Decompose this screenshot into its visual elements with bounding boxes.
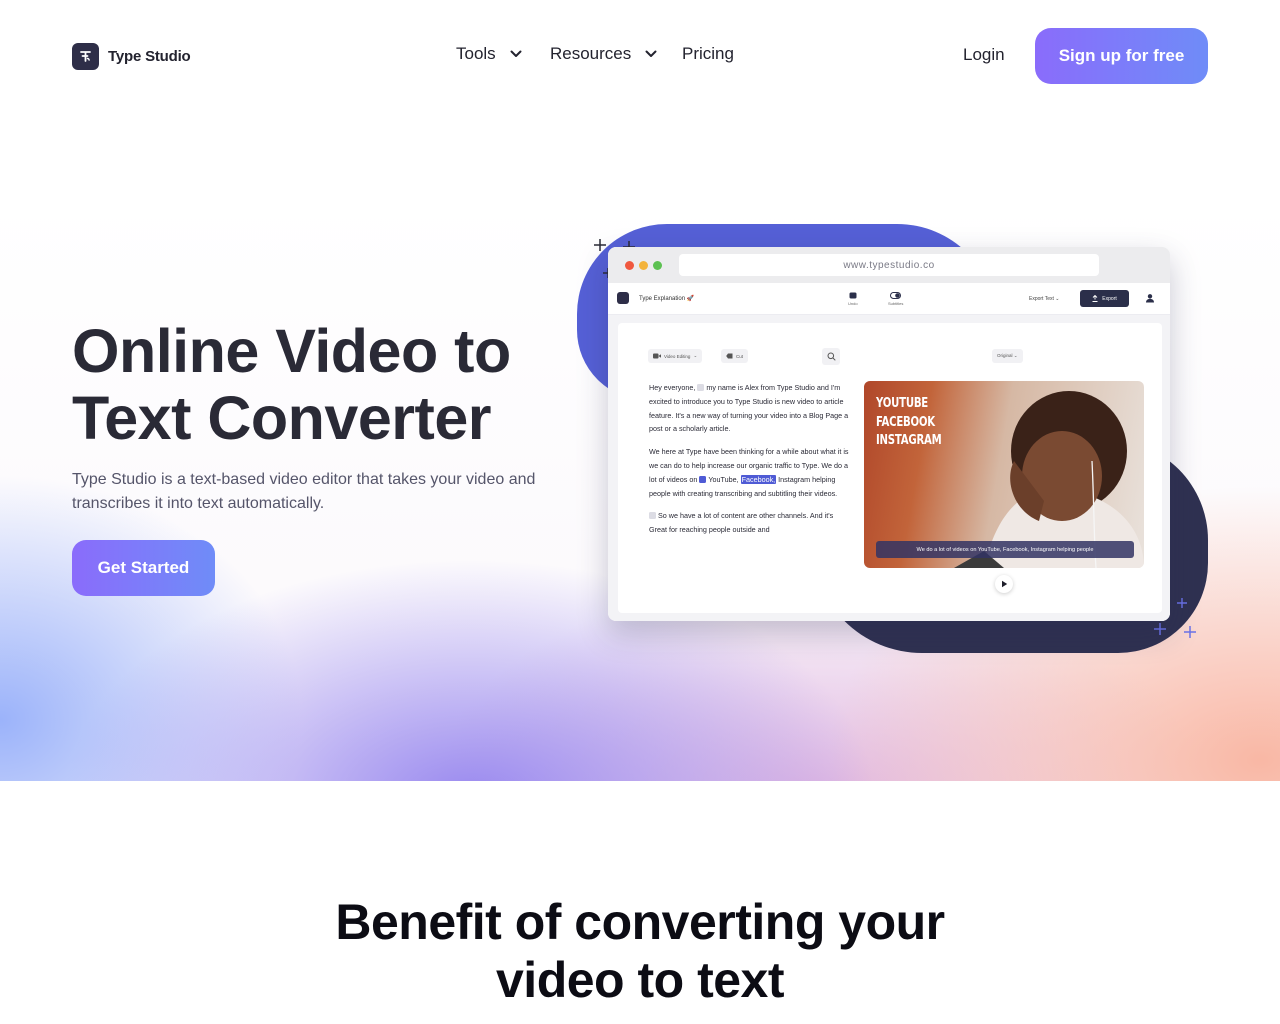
chevron-down-icon xyxy=(645,50,657,57)
video-editing-chip: Video Editing ⌄ xyxy=(648,349,703,363)
login-link[interactable]: Login xyxy=(963,45,1005,65)
search-button xyxy=(822,348,840,365)
transcript-paragraph: We here at Type have been thinking for a… xyxy=(649,445,849,500)
export-icon xyxy=(1092,295,1098,302)
video-tag: INSTAGRAM xyxy=(876,433,942,448)
highlighted-word: Facebook, xyxy=(740,474,777,484)
transcript-text: Hey everyone, my name is Alex from Type … xyxy=(649,381,849,546)
sparkle-icon xyxy=(594,239,606,251)
hero-title-line-2: Text Converter xyxy=(72,384,492,452)
video-preview: YOUTUBE FACEBOOK INSTAGRAM We do a lot o… xyxy=(864,381,1144,568)
video-camera-icon xyxy=(653,353,661,359)
transcript-paragraph: Hey everyone, my name is Alex from Type … xyxy=(649,381,849,436)
undo-label: Undo xyxy=(848,301,858,306)
speaker-marker-icon xyxy=(699,475,707,483)
user-avatar-icon xyxy=(1146,294,1154,303)
app-logo-icon xyxy=(617,292,629,304)
transcript-word: YouTube, xyxy=(708,474,739,484)
hero-title: Online Video to Text Converter xyxy=(72,318,511,452)
editor-canvas: Video Editing ⌄ Cut Original ⌄ Hey every… xyxy=(608,315,1170,621)
video-overlay-tags: YOUTUBE FACEBOOK INSTAGRAM xyxy=(876,395,942,451)
hero-description: Type Studio is a text-based video editor… xyxy=(72,471,536,512)
export-button: Export xyxy=(1080,290,1129,307)
video-person-image xyxy=(954,391,1144,568)
app-toolbar: Type Explanation 🚀 Undo Subtitles Export… xyxy=(608,283,1170,315)
get-started-button[interactable]: Get Started xyxy=(72,540,215,596)
nav-pricing-label: Pricing xyxy=(682,44,734,63)
export-label: Export xyxy=(1102,295,1117,302)
site-header: Type Studio Tools Resources Pricing Logi… xyxy=(0,0,1280,112)
export-text-dropdown: Export Text ⌄ xyxy=(1029,296,1060,302)
subtitles-toggle: Subtitles xyxy=(888,292,903,306)
play-button xyxy=(995,575,1013,593)
chevron-down-icon: ⌄ xyxy=(693,353,698,358)
sparkle-icon xyxy=(1177,598,1187,608)
speaker-marker-icon xyxy=(697,384,705,391)
window-minimize-dot xyxy=(639,261,648,270)
speaker-marker-icon xyxy=(649,512,656,520)
brand-logo[interactable]: Type Studio xyxy=(72,43,191,70)
cut-chip: Cut xyxy=(721,349,749,363)
transcript-word: Instagram xyxy=(778,474,811,484)
cut-label: Cut xyxy=(736,353,744,359)
type-studio-logo-icon xyxy=(72,43,99,70)
original-dropdown-chip: Original ⌄ xyxy=(992,349,1023,363)
original-label: Original ⌄ xyxy=(997,353,1018,358)
toggle-icon xyxy=(890,292,902,299)
sparkle-icon xyxy=(1154,623,1166,635)
undo-icon xyxy=(849,292,857,299)
nav-resources-label: Resources xyxy=(550,44,632,63)
nav-tools-label: Tools xyxy=(456,44,496,63)
hero-title-line-1: Online Video to xyxy=(72,317,511,385)
signup-button[interactable]: Sign up for free xyxy=(1035,28,1208,84)
document-title: Type Explanation 🚀 xyxy=(639,296,695,302)
video-tag: YOUTUBE xyxy=(876,396,929,411)
play-icon xyxy=(1001,580,1007,588)
app-mockup-window: www.typestudio.co Type Explanation 🚀 Und… xyxy=(608,247,1170,621)
video-editing-label: Video Editing xyxy=(664,353,691,359)
undo-button: Undo xyxy=(848,292,858,306)
search-icon xyxy=(827,352,836,361)
editor-panel: Video Editing ⌄ Cut Original ⌄ Hey every… xyxy=(618,323,1162,613)
subtitles-label: Subtitles xyxy=(888,301,904,306)
nav-tools[interactable]: Tools xyxy=(456,44,522,64)
address-bar: www.typestudio.co xyxy=(679,254,1099,276)
transcript-paragraph: So we have a lot of content are other ch… xyxy=(649,509,849,537)
browser-chrome: www.typestudio.co xyxy=(608,247,1170,283)
window-close-dot xyxy=(625,261,634,270)
benefit-section-title: Benefit of converting your video to text xyxy=(0,893,1280,1009)
benefit-title-line-1: Benefit of converting your xyxy=(335,894,945,950)
sparkle-icon xyxy=(1184,626,1196,638)
video-subtitle-caption: We do a lot of videos on YouTube, Facebo… xyxy=(876,541,1134,558)
transcript-text-run: So we have a lot of content are other ch… xyxy=(649,511,834,535)
window-maximize-dot xyxy=(653,261,662,270)
benefit-title-line-2: video to text xyxy=(496,952,784,1008)
cut-icon xyxy=(726,353,733,359)
nav-resources[interactable]: Resources xyxy=(550,44,657,64)
chevron-down-icon xyxy=(510,50,522,57)
transcript-text-run: Hey everyone, xyxy=(649,383,698,392)
video-tag: FACEBOOK xyxy=(876,414,935,430)
brand-name: Type Studio xyxy=(108,48,191,65)
nav-pricing[interactable]: Pricing xyxy=(682,44,734,64)
